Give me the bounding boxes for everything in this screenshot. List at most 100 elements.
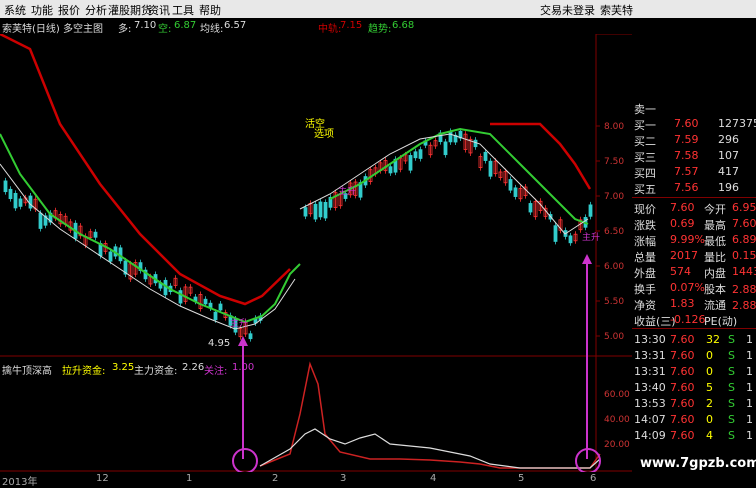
qushi-value: 6.68 (392, 20, 415, 31)
date-axis: 2013年 12 1 2 3 4 5 6 (0, 472, 630, 488)
menu-item-tools[interactable]: 工具 (172, 2, 194, 18)
white-ma-line (0, 163, 296, 330)
order-book-row: 买五 7.56 196 (632, 180, 756, 196)
quote-value-2: 6.89 (732, 233, 756, 246)
quote-row: 换手 0.07%股本 2.88亿 (632, 280, 756, 296)
quote-row: 总量 2017 量比 0.15 (632, 248, 756, 264)
tick-volume: 0 (706, 413, 713, 426)
price-tick-label: 5.50 (604, 297, 624, 307)
tick-row: 13:30 7.60 32 S 1 (632, 332, 756, 348)
order-label: 买四 (634, 167, 656, 180)
menu-item-help[interactable]: 帮助 (199, 2, 221, 18)
order-volume: 296 (718, 133, 739, 146)
indicator-tick-label: 40.00 (604, 415, 630, 425)
kong-label: 空: (158, 24, 172, 35)
tick-row: 13:53 7.60 2 S 1 (632, 396, 756, 412)
menu-item-system[interactable]: 系统 (4, 2, 26, 18)
quote-value: 1.83 (670, 297, 695, 310)
quote-label: 换手 (634, 283, 656, 296)
quote-label: 总量 (634, 251, 656, 264)
order-volume: 107 (718, 149, 739, 162)
tick-volume: 5 (706, 381, 713, 394)
tick-row: 13:31 7.60 0 S 1 (632, 364, 756, 380)
quote-label: 外盘 (634, 267, 656, 280)
kong-value: 6.87 (174, 20, 197, 31)
menu-bar: 系统 功能 报价 分析 灌股期货 资讯 工具 帮助 交易未登录 索芙特 (0, 0, 756, 18)
order-book-row: 卖一 (632, 100, 756, 116)
tick-time: 13:31 (634, 349, 666, 362)
order-book-row: 买三 7.58 107 (632, 148, 756, 164)
tick-price: 7.60 (670, 349, 695, 362)
menu-item-news[interactable]: 资讯 (148, 2, 170, 18)
quote-value: 2017 (670, 249, 698, 262)
red-resistance-line (0, 34, 291, 306)
price-tick-label: 5.00 (604, 332, 624, 342)
duo-label: 多: (118, 24, 132, 35)
menu-item-futures[interactable]: 灌股期货 (108, 2, 152, 18)
duo-value: 7.10 (134, 20, 157, 31)
tick-side: S (728, 333, 735, 346)
date-tick: 2013年 (2, 477, 38, 488)
price-axis: 8.00 7.50 7.00 6.50 6.00 5.50 5.00 (596, 122, 624, 342)
quote-value-2: 6.95 (732, 201, 756, 214)
indicator-name: 擒牛顶深高 (2, 366, 52, 377)
order-book-row: 买四 7.57 417 (632, 164, 756, 180)
date-tick: 6 (590, 473, 597, 484)
tick-count: 1 (746, 429, 753, 442)
quote-label-2: 最高 (704, 219, 726, 232)
quote-value: 0.69 (670, 217, 695, 230)
menu-item-quote[interactable]: 报价 (58, 2, 80, 18)
tick-count: 1 (746, 365, 753, 378)
indicator-tick-label: 20.00 (604, 440, 630, 450)
order-price: 7.56 (674, 181, 699, 194)
quote-value-2: 0.15 (732, 249, 756, 262)
trade-login-status[interactable]: 交易未登录 (540, 2, 595, 18)
quote-label-2: 最低 (704, 235, 726, 248)
quote-label-2: 内盘 (704, 267, 726, 280)
tick-price: 7.60 (670, 381, 695, 394)
quote-value-2: 2.88亿 (732, 299, 756, 312)
lasheng-label: 拉升资金: (62, 366, 106, 377)
order-book-row: 买一 7.60 127375 (632, 116, 756, 132)
quote-label-2: 流通 (704, 299, 726, 312)
order-price: 7.58 (674, 149, 699, 162)
tick-side: S (728, 365, 735, 378)
zhuli-value: 2.26 (182, 362, 205, 373)
menu-item-analysis[interactable]: 分析 (85, 2, 107, 18)
tick-count: 1 (746, 381, 753, 394)
tick-count: 1 (746, 333, 753, 346)
tick-row: 14:09 7.60 4 S 1 (632, 428, 756, 444)
tick-price: 7.60 (670, 397, 695, 410)
menu-item-function[interactable]: 功能 (31, 2, 53, 18)
order-label: 买一 (634, 119, 656, 132)
kline-chart[interactable]: 8.00 7.50 7.00 6.50 6.00 5.50 5.00 60.00 40.00 2… (0, 34, 632, 472)
date-tick: 12 (96, 473, 109, 484)
guanzhu-label: 关注: (204, 366, 228, 377)
zhongxian-value: 7.15 (340, 20, 363, 31)
tick-side: S (728, 429, 735, 442)
tick-side: S (728, 349, 735, 362)
tick-side: S (728, 381, 735, 394)
stock-name-header: 索芙特 (600, 4, 633, 17)
qushi-label: 趋势: (368, 24, 392, 35)
price-tick-label: 6.50 (604, 227, 624, 237)
quote-label: 涨幅 (634, 235, 656, 248)
tick-count: 1 (746, 413, 753, 426)
quote-panel: 卖一 买一 7.60 127375 买二 7.59 296 买三 7.58 107 买四 7.57 41… (632, 103, 756, 487)
quote-value: 0.07% (670, 281, 705, 294)
tick-row: 14:07 7.60 0 S 1 (632, 412, 756, 428)
price-tick-label: 7.50 (604, 157, 624, 167)
quote-value: 574 (670, 265, 691, 278)
indicator-tick-label: 60.00 (604, 390, 630, 400)
order-volume: 196 (718, 181, 739, 194)
lasheng-value: 3.25 (112, 362, 135, 373)
date-tick: 4 (430, 473, 437, 484)
quote-row: 外盘 574 内盘 1443 (632, 264, 756, 280)
tick-row: 13:31 7.60 0 S 1 (632, 348, 756, 364)
quote-row: 涨幅 9.99% 最低 6.89 (632, 232, 756, 248)
zhuli-label: 主力资金: (134, 366, 178, 377)
order-book-row: 买二 7.59 296 (632, 132, 756, 148)
quote-label: 现价 (634, 203, 656, 216)
low-price-label: 4.95 (208, 338, 230, 349)
order-label: 买五 (634, 183, 656, 196)
